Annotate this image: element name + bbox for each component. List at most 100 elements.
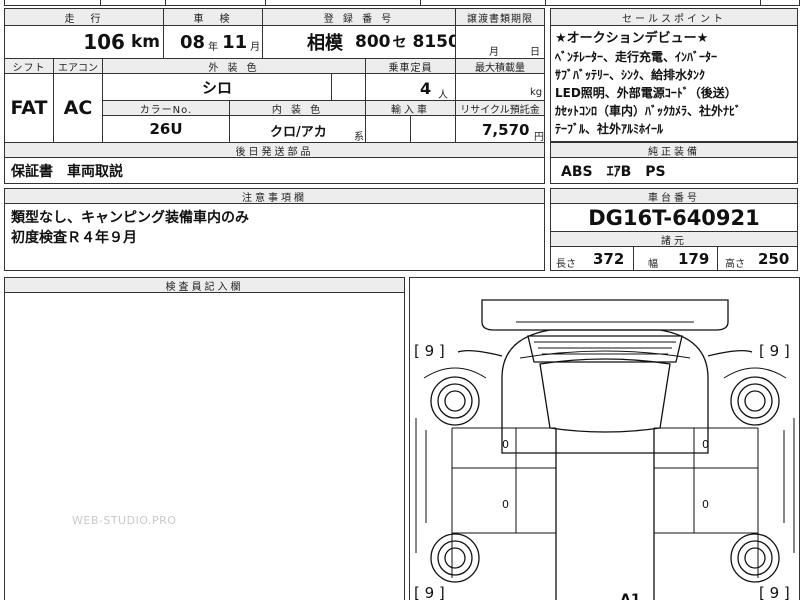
interior-color-label: 内 装 色 (229, 100, 366, 116)
notes-cell: 類型なし、キャンピング装備車内のみ 初度検査Ｒ４年９月 (4, 203, 545, 271)
panel-mark-left-1: 0 (502, 438, 509, 451)
front-bumper-shape (481, 299, 729, 331)
specs-label: 諸元 (550, 231, 798, 247)
aircon-cell: AC (53, 73, 103, 143)
specs-width-cell: 幅 179 (633, 246, 718, 271)
right-mirror-shape (707, 350, 753, 357)
width-label: 幅 (648, 259, 658, 270)
sales-point-4: LED照明、外部電源ｺｰﾄﾞ（後送） (555, 86, 737, 100)
left-mirror-shape (457, 350, 503, 357)
notes-label: 注意事項欄 (4, 188, 545, 204)
delivery-cell: 保証書 車両取説 (4, 157, 545, 184)
shift-value: FAT (10, 97, 48, 119)
body-center-lines (555, 428, 655, 600)
notes-line-1: 類型なし、キャンピング装備車内のみ (11, 210, 249, 226)
registration-label: 登 録 番 号 (262, 8, 456, 26)
sales-point-5: ｶｾｯﾄｺﾝﾛ（車内）ﾊﾞｯｸｶﾒﾗ、社外ﾅﾋﾞ (555, 104, 742, 118)
chassis-value: DG16T-640921 (588, 205, 760, 230)
tire-mark-rear-left: [ 9 ] (414, 584, 445, 600)
mileage-value: 106 (83, 30, 125, 54)
shift-cell: FAT (4, 73, 54, 143)
roof-shape (539, 358, 671, 433)
chassis-label: 車台番号 (550, 188, 798, 204)
sales-point-3: ｻﾌﾞﾊﾞｯﾃﾘｰ、ｼﾝｸ、給排水ﾀﾝｸ (555, 68, 706, 82)
transfer-day-unit: 日 (530, 47, 540, 58)
length-label: 長さ (556, 259, 576, 270)
recycle-value: 7,570 (482, 121, 530, 139)
chassis-cell: DG16T-640921 (550, 203, 798, 232)
inspection-cell: 08 年 11 月 (163, 25, 263, 59)
tire-mark-front-right: [ 9 ] (759, 342, 790, 360)
panel-mark-right-2: 0 (702, 498, 709, 511)
year-unit: 年 (208, 41, 219, 53)
sales-points-cell: ★オークションデビュー★ ﾍﾞﾝﾁﾚｰﾀｰ、走行充電、ｲﾝﾊﾞｰﾀｰ ｻﾌﾞﾊﾞ… (550, 25, 798, 142)
width-value: 179 (678, 250, 710, 268)
recycle-label: リサイクル預託金 (455, 100, 545, 116)
delivery-value: 保証書 車両取説 (11, 163, 123, 180)
specs-length-cell: 長さ 372 (550, 246, 634, 271)
inspection-year: 08 (180, 31, 206, 53)
bottom-mark: A1 (620, 592, 641, 600)
capacity-label: 乗車定員 (365, 58, 456, 74)
panel-mark-right-1: 0 (702, 438, 709, 451)
delivery-label: 後日発送部品 (4, 142, 545, 158)
import-cell-right (410, 115, 456, 143)
transfer-cell: 月 日 (455, 25, 545, 59)
registration-cell: 相模 800 セ 8150 (262, 25, 460, 59)
genuine-equipment-value: ABS ｴｱB PS (561, 163, 666, 180)
month-unit: 月 (250, 41, 261, 53)
recycle-cell: 7,570 円 (455, 115, 545, 143)
mileage-label: 走 行 (4, 8, 164, 26)
specs-height-cell: 高さ 250 (717, 246, 798, 271)
color-no-value: 26U (149, 120, 183, 138)
tire-mark-front-left: [ 9 ] (414, 342, 445, 360)
import-cell-left (365, 115, 411, 143)
genuine-equipment-cell: ABS ｴｱB PS (550, 157, 798, 184)
top-strip (4, 0, 800, 6)
capacity-unit: 人 (438, 90, 448, 101)
height-value: 250 (758, 250, 790, 268)
transfer-label: 譲渡書類期限 (455, 8, 545, 26)
sales-point-1: ★オークションデビュー★ (555, 31, 709, 46)
genuine-equipment-label: 純正装備 (550, 142, 798, 158)
panel-mark-left-2: 0 (502, 498, 509, 511)
registration-kana: セ (392, 35, 407, 51)
max-load-label: 最大積載量 (455, 58, 545, 74)
windshield-shape (527, 335, 683, 363)
max-load-unit: kg (530, 87, 543, 98)
color-no-label: カラーNo. (102, 100, 230, 116)
capacity-value: 4 (420, 79, 432, 98)
sales-point-2: ﾍﾞﾝﾁﾚｰﾀｰ、走行充電、ｲﾝﾊﾞｰﾀｰ (555, 50, 718, 64)
capacity-cell: 4 人 (365, 73, 456, 101)
inspection-month: 11 (222, 31, 248, 53)
car-diagram-drawing (415, 299, 795, 600)
exterior-color-value: シロ (201, 78, 232, 97)
mileage-cell: 106 km (4, 25, 164, 59)
length-value: 372 (593, 250, 625, 268)
exterior-color-label: 外 装 色 (102, 58, 366, 74)
exterior-color-extra (331, 73, 366, 101)
registration-number: 8150 (412, 32, 460, 52)
interior-color-suffix: 系 (354, 132, 364, 143)
transfer-month-unit: 月 (489, 47, 499, 58)
registration-class: 800 (355, 32, 391, 52)
recycle-unit: 円 (534, 132, 544, 143)
shift-label: シフト (4, 58, 54, 74)
height-label: 高さ (725, 259, 745, 270)
registration-area: 相模 (307, 33, 343, 54)
inspector-label: 検査員記入欄 (4, 277, 405, 293)
inspection-label: 車 検 (163, 8, 263, 26)
import-label: 輸入車 (365, 100, 456, 116)
exterior-color-cell: シロ (102, 73, 332, 101)
watermark: WEB-STUDIO.PRO (72, 514, 177, 527)
notes-line-2: 初度検査Ｒ４年９月 (11, 230, 137, 246)
mileage-unit: km (130, 32, 160, 52)
aircon-value: AC (63, 97, 93, 119)
sales-points-label: セールスポイント (550, 8, 798, 26)
car-diagram: [ 9 ] [ 9 ] [ 9 ] [ 9 ] 0 0 0 0 A1 (409, 277, 800, 600)
interior-color-cell: クロ/アカ 系 (229, 115, 366, 143)
color-no-cell: 26U (102, 115, 230, 143)
interior-color-value: クロ/アカ (270, 125, 327, 140)
inspector-cell (4, 292, 405, 600)
aircon-label: エアコン (53, 58, 103, 74)
